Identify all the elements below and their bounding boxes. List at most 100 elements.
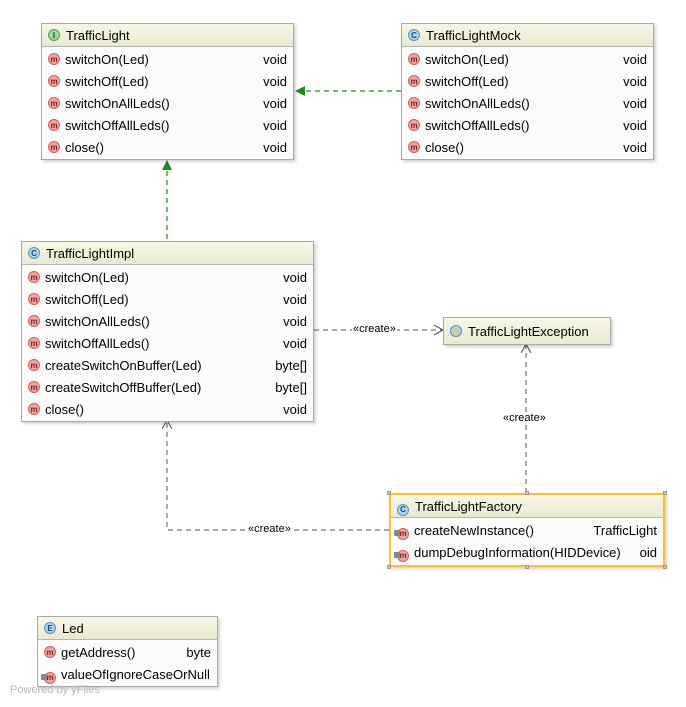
method-icon: m [28,271,40,283]
method-row[interactable]: m switchOff(Led) void [402,70,653,92]
static-method-icon: m [394,546,409,562]
selection-handle[interactable] [663,565,667,569]
watermark: Powered by yFiles [10,684,100,696]
method-row[interactable]: m switchOff(Led) void [42,70,293,92]
method-row[interactable]: m getAddress() byte [38,641,217,663]
method-icon: m [408,119,420,131]
method-icon: m [408,75,420,87]
member-list: m switchOn(Led) void m switchOff(Led) void m… [42,47,293,158]
method-icon: m [28,359,40,371]
method-row[interactable]: m switchOff(Led) void [22,288,313,310]
method-row[interactable]: m switchOn(Led) void [42,48,293,70]
method-name: switchOnAllLeds() [45,313,150,329]
method-row[interactable]: m switchOn(Led) void [402,48,653,70]
method-icon: m [28,293,40,305]
method-name: createSwitchOnBuffer(Led) [45,357,202,373]
method-icon: m [28,381,40,393]
class-trafficlightexception[interactable]: ⚡ TrafficLightException [443,317,611,345]
method-name: switchOffAllLeds() [425,117,530,133]
static-method-icon: m [394,524,409,540]
return-type: void [263,117,287,133]
method-row[interactable]: m close() void [42,136,293,158]
selection-handle[interactable] [387,565,391,569]
method-row[interactable]: m switchOn(Led) void [22,266,313,288]
selection-handle[interactable] [387,491,391,495]
class-trafficlight[interactable]: I TrafficLight m switchOn(Led) void m switc… [41,23,294,160]
method-row[interactable]: m close() void [402,136,653,158]
method-icon: m [48,75,60,87]
class-header: I TrafficLight [42,24,293,47]
method-name: valueOfIgnoreCaseOrNull [61,666,210,682]
method-name: switchOn(Led) [45,269,129,285]
class-icon: C [397,503,409,516]
method-row[interactable]: m switchOffAllLeds() void [22,332,313,354]
class-title: Led [62,620,84,636]
selection-handle[interactable] [525,565,529,569]
return-type: void [283,335,307,351]
class-trafficlightfactory[interactable]: C TrafficLightFactory m createNewInstance… [387,491,667,569]
return-type: void [263,73,287,89]
method-name: createSwitchOffBuffer(Led) [45,379,202,395]
method-name: switchOffAllLeds() [65,117,170,133]
class-header: C TrafficLightImpl [22,242,313,265]
method-row[interactable]: m valueOfIgnoreCaseOrNull [38,663,217,685]
return-type: void [623,51,647,67]
return-type: byte [186,644,211,660]
method-icon: m [48,119,60,131]
uml-diagram-canvas: I TrafficLight m switchOn(Led) void m switc… [0,0,686,707]
class-trafficlightmock[interactable]: C TrafficLightMock m switchOn(Led) void ms… [401,23,654,160]
method-row[interactable]: m switchOffAllLeds() void [42,114,293,136]
method-row[interactable]: m switchOnAllLeds() void [402,92,653,114]
class-icon: C [28,247,40,259]
class-header: E Led [38,617,217,640]
class-title: TrafficLightFactory [415,498,522,514]
member-list: m getAddress() byte m valueOfIgnoreCaseOrNu… [38,640,217,685]
return-type: void [263,95,287,111]
class-icon: C [408,29,420,41]
method-row[interactable]: m switchOnAllLeds() void [22,310,313,332]
static-marker-icon [394,552,400,558]
member-list: m createNewInstance() TrafficLight m dumpDe… [391,518,663,563]
method-row[interactable]: m close() void [22,398,313,420]
method-name: switchOff(Led) [425,73,509,89]
return-type: void [263,51,287,67]
selection-handle[interactable] [663,491,667,495]
edge-label-factory-create-impl: «create» [247,523,292,535]
return-type: TrafficLight [593,522,657,538]
static-marker-icon [41,674,47,680]
method-row[interactable]: m switchOnAllLeds() void [42,92,293,114]
method-icon: m [28,315,40,327]
return-type: void [283,291,307,307]
return-type: void [623,95,647,111]
method-row[interactable]: m dumpDebugInformation(HIDDevice) oid [391,541,663,563]
method-row[interactable]: m createSwitchOnBuffer(Led) byte[] [22,354,313,376]
method-name: switchOnAllLeds() [425,95,530,111]
static-method-icon: m [41,668,56,684]
method-name: close() [65,139,105,155]
method-icon: m [408,141,420,153]
class-title: TrafficLightException [468,323,589,339]
method-name: switchOffAllLeds() [45,335,150,351]
method-name: switchOff(Led) [65,73,149,89]
class-title: TrafficLightImpl [46,245,135,261]
method-row[interactable]: m createNewInstance() TrafficLight [391,519,663,541]
edge-label-impl-create-exception: «create» [352,323,397,335]
method-name: switchOn(Led) [425,51,509,67]
static-class-icon: C [397,500,409,516]
static-marker-icon [394,530,400,536]
enum-led[interactable]: E Led m getAddress() byte m valueOfIgnoreCa… [37,616,218,687]
method-name: switchOff(Led) [45,291,129,307]
return-type: byte[] [275,357,307,373]
edge-factory-creates-impl[interactable] [167,420,389,531]
class-trafficlightimpl[interactable]: C TrafficLightImpl m switchOn(Led) void ms… [21,241,314,422]
method-icon: m [28,403,40,415]
exception-lightning-icon: ⚡ [450,325,462,337]
method-icon: m [48,141,60,153]
method-row[interactable]: m createSwitchOffBuffer(Led) byte[] [22,376,313,398]
selection-handle[interactable] [525,491,529,495]
return-type: void [623,73,647,89]
method-icon: m [408,97,420,109]
method-row[interactable]: m switchOffAllLeds() void [402,114,653,136]
member-list: m switchOn(Led) void m switchOff(Led) void m… [402,47,653,158]
interface-icon: I [48,29,60,41]
